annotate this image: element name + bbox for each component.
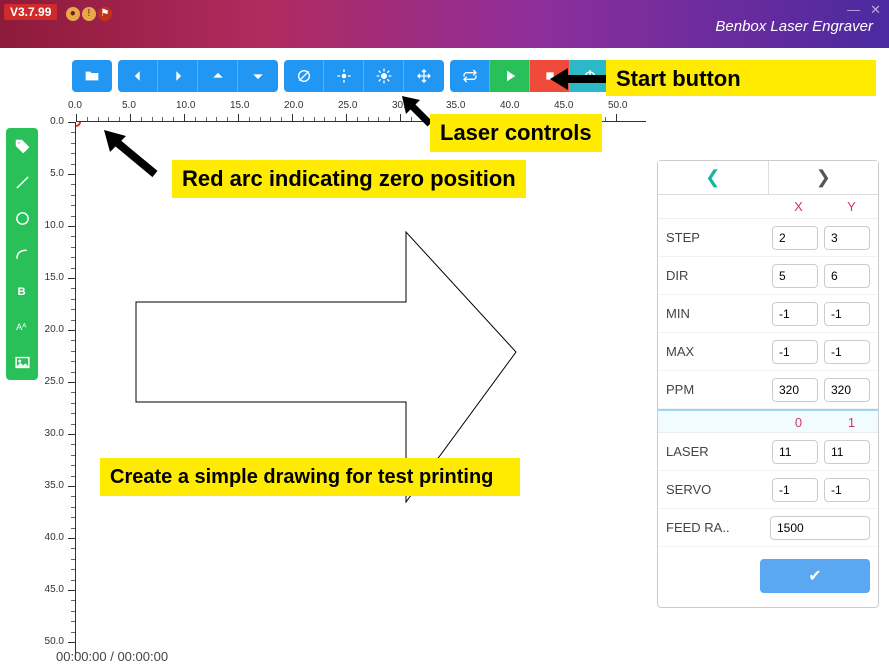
axis-input-b[interactable] [824, 340, 870, 364]
axis-label: DIR [666, 268, 766, 283]
axis-row: MIN [658, 295, 878, 333]
info-icon: ! [82, 7, 96, 21]
laser-input-b[interactable] [824, 478, 870, 502]
annotation-laser-controls: Laser controls [430, 114, 602, 152]
ruler-vertical: 0.05.010.015.020.025.030.035.040.045.050… [46, 122, 76, 660]
main-area: B Aᴬ 0.05.010.015.020.025.030.035.040.04… [0, 48, 889, 670]
axis-input-b[interactable] [824, 302, 870, 326]
laser-label: SERVO [666, 482, 766, 497]
drawing-stage[interactable] [76, 122, 646, 660]
annotation-arrow-start [550, 64, 610, 94]
panel-prev-button[interactable]: ❮ [658, 161, 768, 194]
arc-tool[interactable] [10, 242, 34, 266]
axis-header: X Y [658, 195, 878, 219]
flag-icon: ⚑ [98, 7, 112, 21]
minimize-button[interactable]: — [847, 2, 860, 18]
laser-low-button[interactable] [324, 60, 364, 92]
laser-high-button[interactable] [364, 60, 404, 92]
axis-header-y: Y [825, 195, 878, 218]
annotation-start: Start button [606, 60, 876, 96]
home-button[interactable] [404, 60, 444, 92]
laser-off-button[interactable] [284, 60, 324, 92]
tool-rail: B Aᴬ [6, 128, 38, 380]
image-tool[interactable] [10, 350, 34, 374]
laser-header: 0 1 [658, 409, 878, 433]
axis-row: PPM [658, 371, 878, 409]
titlebar: V3.7.99 ● ! ⚑ Benbox Laser Engraver — ✕ [0, 0, 889, 48]
axis-label: STEP [666, 230, 766, 245]
titlebar-left: V3.7.99 ● ! ⚑ [4, 2, 112, 21]
axis-input-a[interactable] [772, 340, 818, 364]
open-file-button[interactable] [72, 60, 112, 92]
confirm-button[interactable]: ✔ [760, 559, 870, 593]
axis-input-a[interactable] [772, 302, 818, 326]
axis-input-b[interactable] [824, 226, 870, 250]
laser-row: SERVO [658, 471, 878, 509]
axis-header-x: X [772, 195, 825, 218]
annotation-arrow-zero [100, 126, 170, 186]
laser-input-a[interactable] [772, 478, 818, 502]
feed-rate-row: FEED RA.. [658, 509, 878, 547]
loop-button[interactable] [450, 60, 490, 92]
laser-header-1: 1 [825, 411, 878, 432]
svg-text:B: B [17, 285, 25, 297]
annotation-drawing: Create a simple drawing for test printin… [100, 458, 520, 496]
text-tool[interactable]: Aᴬ [10, 314, 34, 338]
axis-label: MIN [666, 306, 766, 321]
axis-input-b[interactable] [824, 378, 870, 402]
version-badge: V3.7.99 [4, 4, 57, 20]
circle-tool[interactable] [10, 206, 34, 230]
settings-panel: ❮ ❯ X Y STEPDIRMINMAXPPM 0 1 LASERSERVO … [657, 160, 879, 608]
status-time: 00:00:00 / 00:00:00 [56, 649, 168, 664]
feed-rate-input[interactable] [770, 516, 870, 540]
panel-nav: ❮ ❯ [658, 161, 878, 195]
axis-label: MAX [666, 344, 766, 359]
bold-tool[interactable]: B [10, 278, 34, 302]
warn-icon: ● [66, 7, 80, 21]
laser-input-a[interactable] [772, 440, 818, 464]
axis-input-a[interactable] [772, 226, 818, 250]
axis-input-a[interactable] [772, 264, 818, 288]
laser-input-b[interactable] [824, 440, 870, 464]
start-button[interactable] [490, 60, 530, 92]
axis-input-a[interactable] [772, 378, 818, 402]
laser-row: LASER [658, 433, 878, 471]
line-tool[interactable] [10, 170, 34, 194]
axis-row: STEP [658, 219, 878, 257]
close-button[interactable]: ✕ [870, 2, 881, 18]
axis-row: MAX [658, 333, 878, 371]
laser-label: LASER [666, 444, 766, 459]
window-controls: — ✕ [847, 2, 881, 18]
feed-rate-label: FEED RA.. [666, 520, 764, 535]
axis-input-b[interactable] [824, 264, 870, 288]
tag-tool[interactable] [10, 134, 34, 158]
jog-right-button[interactable] [158, 60, 198, 92]
panel-next-button[interactable]: ❯ [768, 161, 879, 194]
svg-text:Aᴬ: Aᴬ [16, 322, 27, 332]
axis-label: PPM [666, 382, 766, 397]
jog-left-button[interactable] [118, 60, 158, 92]
axis-row: DIR [658, 257, 878, 295]
jog-up-button[interactable] [198, 60, 238, 92]
jog-down-button[interactable] [238, 60, 278, 92]
app-title: Benbox Laser Engraver [715, 18, 873, 35]
status-badges: ● ! ⚑ [66, 7, 112, 21]
annotation-zero: Red arc indicating zero position [172, 160, 526, 198]
laser-header-0: 0 [772, 411, 825, 432]
